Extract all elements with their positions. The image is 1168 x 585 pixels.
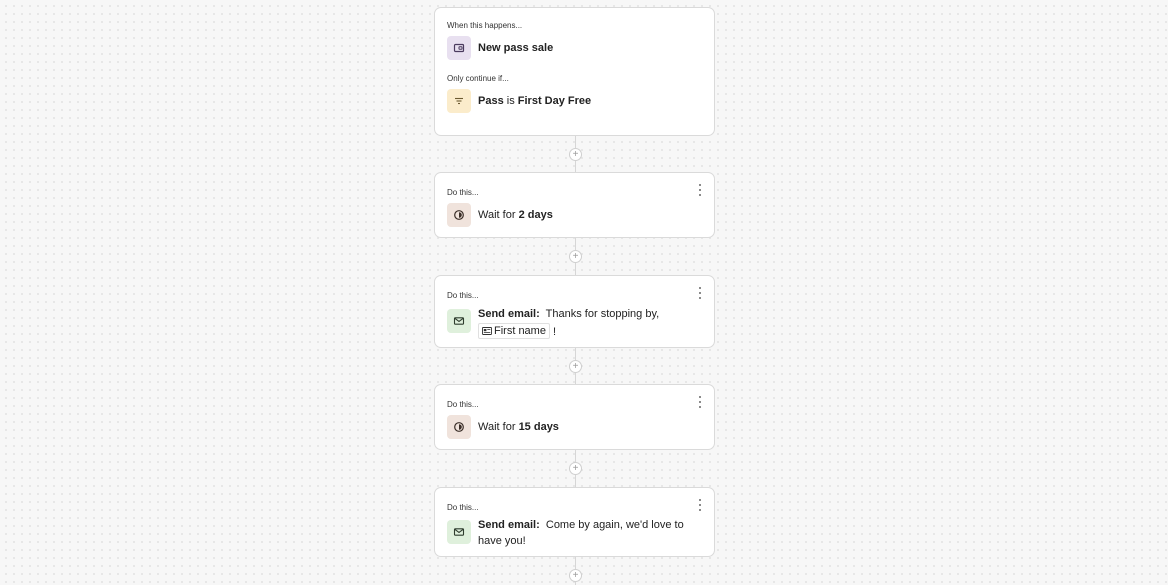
add-step-button[interactable]: + [569,250,582,263]
timer-icon [447,415,471,439]
step-label: Do this... [447,188,479,197]
wait-prefix: Wait for [478,421,516,433]
email-subject: Thanks for stopping by, [545,308,660,320]
add-step-button[interactable]: + [569,569,582,582]
more-options-icon[interactable] [696,396,704,408]
email-prefix: Send email: [478,308,540,320]
mail-icon [447,520,471,544]
step-card-wait[interactable]: Do this... Wait for 15 days [434,384,715,450]
more-options-icon[interactable] [696,184,704,196]
condition-value: First Day Free [517,95,592,107]
trigger-card[interactable]: When this happens... New pass sale Only … [434,7,715,136]
more-options-icon[interactable] [696,499,704,511]
email-suffix: ! [553,326,557,338]
trigger-text: New pass sale [478,42,554,54]
add-step-button[interactable]: + [569,148,582,161]
condition-row[interactable]: Pass is First Day Free [447,89,591,113]
wait-prefix: Wait for [478,209,516,221]
step-card-wait[interactable]: Do this... Wait for 2 days [434,172,715,238]
more-options-icon[interactable] [696,287,704,299]
step-label: Do this... [447,503,479,512]
workflow-canvas: + + + + + When this happens... New pass … [0,0,1168,585]
email-prefix: Send email: [478,519,540,531]
step-label: Do this... [447,291,479,300]
add-step-button[interactable]: + [569,462,582,475]
condition-operator: is [506,95,515,107]
step-card-email[interactable]: Do this... Send email: Come by again, we… [434,487,715,557]
trigger-row[interactable]: New pass sale [447,36,553,60]
timer-icon [447,203,471,227]
token-label: First name [494,325,546,337]
step-label: Do this... [447,400,479,409]
wait-duration: 15 days [518,421,559,433]
filter-icon [447,89,471,113]
condition-label: Only continue if... [447,74,509,83]
wait-duration: 2 days [518,209,553,221]
add-step-button[interactable]: + [569,360,582,373]
wallet-icon [447,36,471,60]
mail-icon [447,309,471,333]
id-card-icon [482,327,492,335]
step-card-email[interactable]: Do this... Send email: Thanks for stoppi… [434,275,715,348]
condition-field: Pass [478,95,504,107]
first-name-token[interactable]: First name [478,323,550,339]
trigger-label: When this happens... [447,21,523,30]
